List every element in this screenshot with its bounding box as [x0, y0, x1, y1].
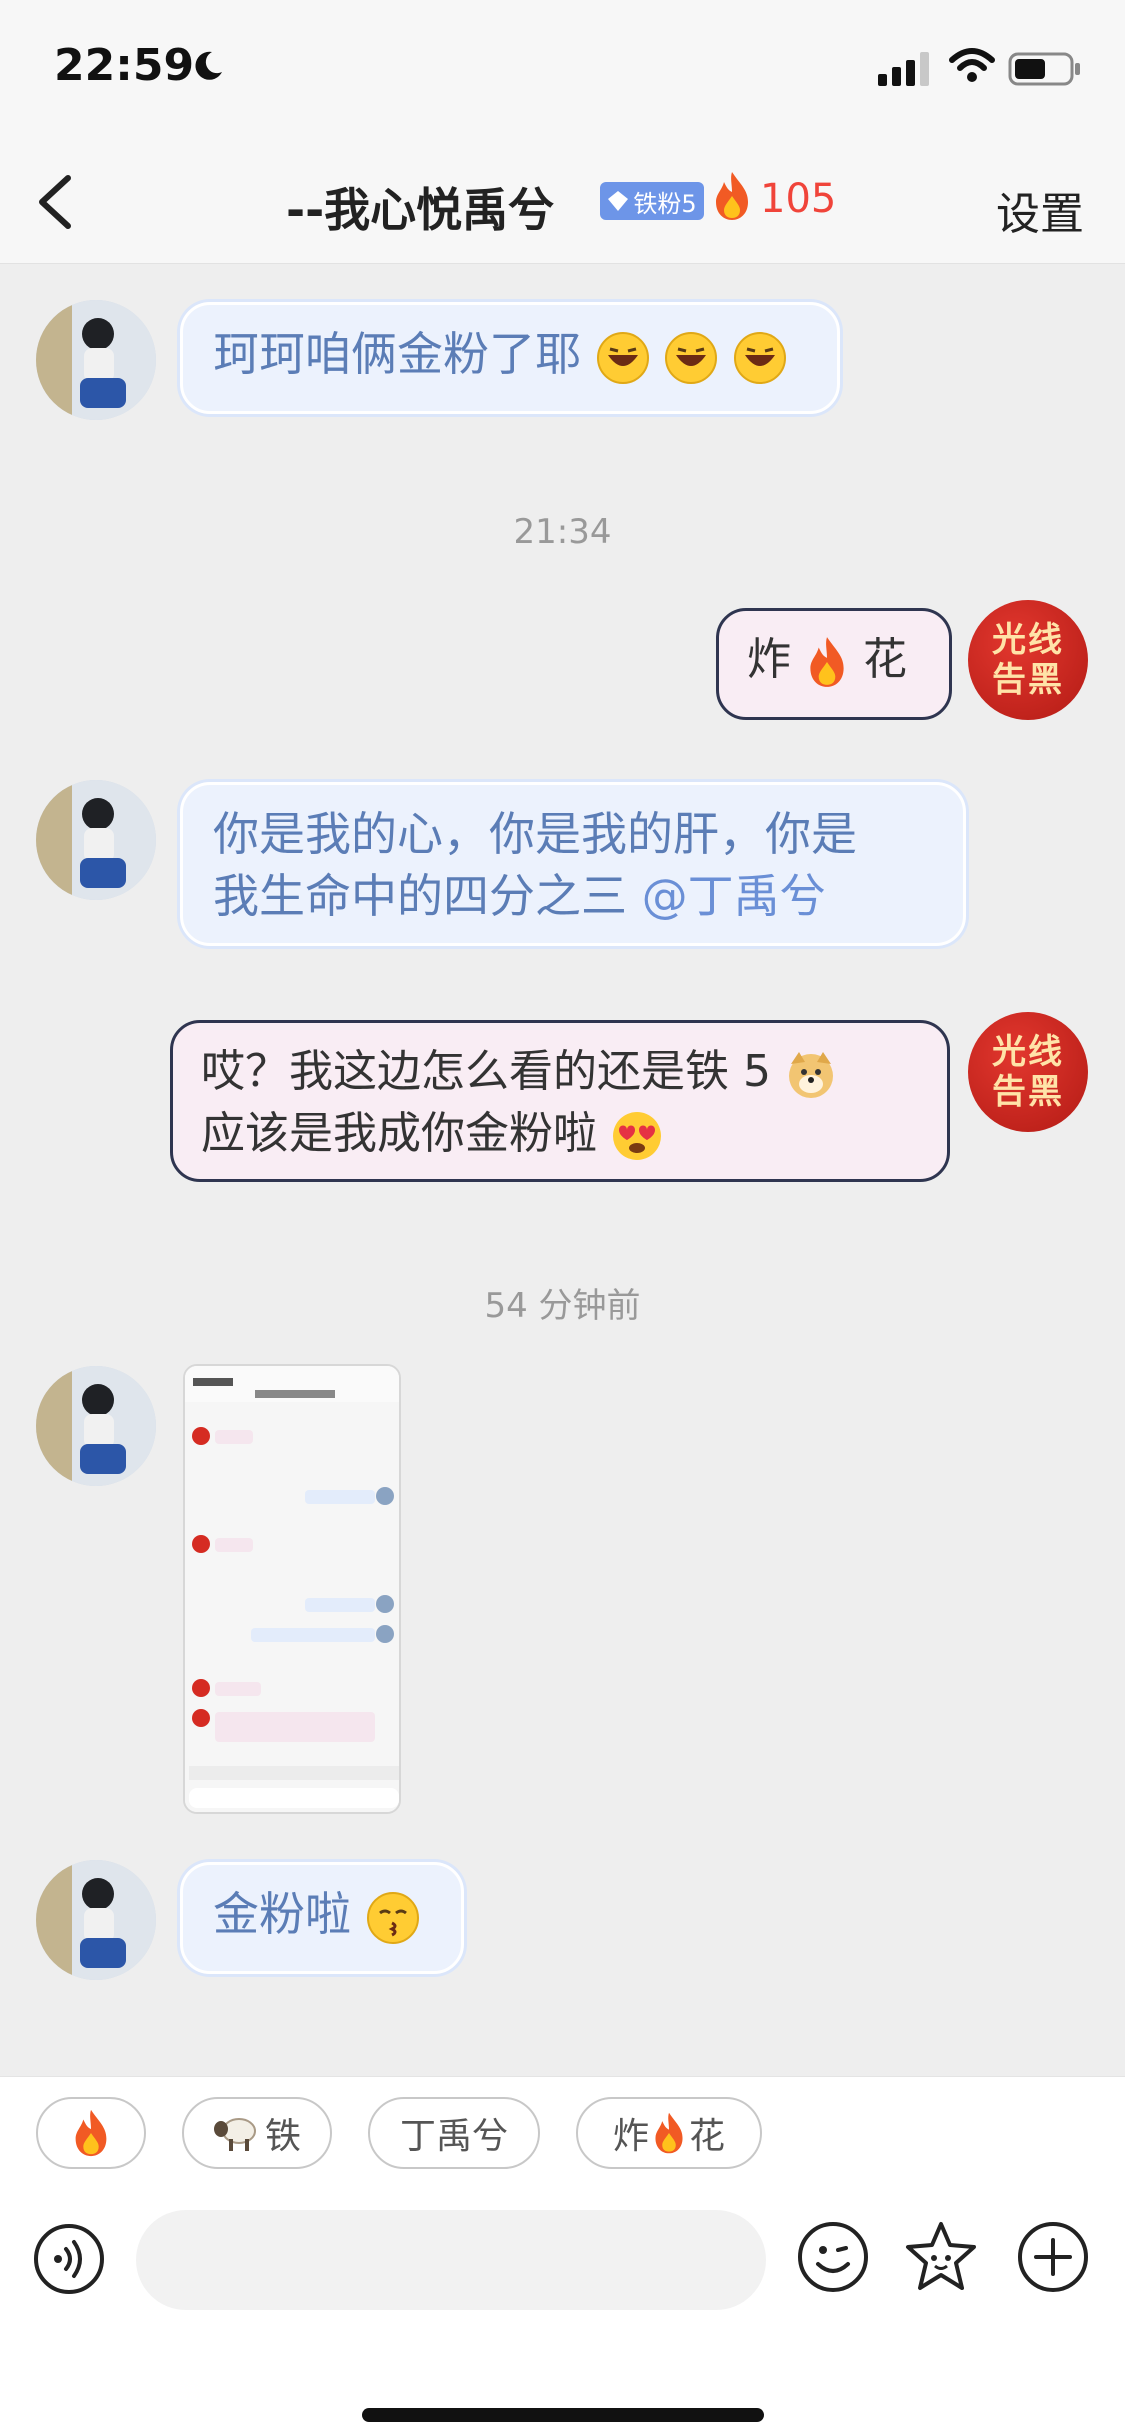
- message-bubble[interactable]: 珂珂咱俩金粉了耶: [180, 302, 840, 414]
- fire-emoji-icon: [75, 2109, 107, 2157]
- avatar-text-line: 告黑: [992, 660, 1064, 700]
- message-bubble[interactable]: 哎？我这边怎么看的还是铁 5 应该是我成你金粉啦: [170, 1020, 950, 1182]
- sticker-icon[interactable]: [902, 2218, 980, 2296]
- message-text: 金粉啦: [213, 1887, 351, 1941]
- message-bubble[interactable]: 金粉啦: [180, 1862, 464, 1974]
- plus-icon[interactable]: [1016, 2220, 1090, 2294]
- signal-icon: [878, 52, 929, 86]
- message-input[interactable]: [136, 2210, 766, 2310]
- wifi-icon: [949, 48, 995, 82]
- home-indicator: [362, 2408, 764, 2422]
- timestamp: 21:34: [513, 512, 612, 552]
- avatar[interactable]: [36, 1860, 156, 1980]
- my-avatar[interactable]: 光线 告黑: [968, 600, 1088, 720]
- status-bar: 22:59: [0, 0, 1125, 140]
- diamond-icon: [608, 191, 629, 211]
- heart-eyes-emoji-icon: [613, 1112, 661, 1160]
- timestamp: 54 分钟前: [484, 1286, 641, 1326]
- message-text: 珂珂咱俩金粉了耶: [213, 327, 581, 381]
- message-bubble[interactable]: 炸 花: [716, 608, 952, 720]
- message-text: 我生命中的四分之三: [213, 869, 642, 923]
- chat-title: --我心悦禹兮: [286, 183, 555, 237]
- avatar-text-line: 光线: [992, 620, 1064, 660]
- avatar-text-line: 告黑: [992, 1072, 1064, 1112]
- fan-level-badge: 铁粉5: [600, 182, 704, 220]
- emoji-icon[interactable]: [796, 2220, 870, 2294]
- user-photo-icon: [36, 300, 156, 420]
- avatar[interactable]: [36, 300, 156, 420]
- battery-icon: [1008, 52, 1080, 86]
- quick-reply-chip[interactable]: [36, 2097, 146, 2169]
- image-message[interactable]: [183, 1364, 401, 1814]
- quick-reply-chip[interactable]: 铁: [182, 2097, 332, 2169]
- kissing-emoji-icon: [366, 1891, 419, 1944]
- doge-emoji-icon: [788, 1052, 833, 1098]
- fire-icon: [716, 172, 748, 220]
- streak-count: 105: [760, 176, 837, 222]
- chat-header: --我心悦禹兮 铁粉5 105 设置: [0, 140, 1125, 264]
- fire-emoji-icon: [655, 2112, 683, 2154]
- quick-reply-label: 铁: [264, 2116, 301, 2157]
- settings-button[interactable]: 设置: [996, 178, 1084, 242]
- quick-reply-label: 花: [689, 2116, 726, 2157]
- quick-reply-label: 丁禹兮: [399, 2116, 508, 2157]
- avatar[interactable]: [36, 780, 156, 900]
- message-bubble[interactable]: 你是我的心，你是我的肝，你是 我生命中的四分之三 @丁禹兮: [180, 782, 966, 946]
- message-text: 你是我的心，你是我的肝，你是: [213, 807, 857, 861]
- chevron-left-icon[interactable]: [30, 170, 80, 234]
- status-time: 22:59: [54, 40, 195, 91]
- input-bar: [0, 2192, 1125, 2436]
- message-text: 哎？我这边怎么看的还是铁 5: [201, 1046, 771, 1097]
- laughing-emoji-icon: [665, 331, 718, 384]
- fan-badge-label: 铁粉5: [633, 189, 697, 218]
- quick-reply-chip[interactable]: 丁禹兮: [368, 2097, 540, 2169]
- chat-screenshot-thumbnail-icon: [185, 1366, 399, 1812]
- user-photo-icon: [36, 1366, 156, 1486]
- message-text-line: 应该是我成你金粉啦: [201, 1103, 919, 1165]
- user-photo-icon: [36, 780, 156, 900]
- user-photo-icon: [36, 1860, 156, 1980]
- quick-reply-bar: 铁 丁禹兮 炸 花: [0, 2076, 1125, 2192]
- avatar[interactable]: [36, 1366, 156, 1486]
- quick-reply-label: 炸: [612, 2116, 649, 2157]
- message-text-line: 我生命中的四分之三 @丁禹兮: [213, 865, 933, 927]
- message-text-line: 哎？我这边怎么看的还是铁 5: [201, 1041, 919, 1103]
- laughing-emoji-icon: [596, 331, 649, 384]
- mention-link[interactable]: @丁禹兮: [642, 869, 826, 923]
- message-text: 炸: [747, 634, 791, 685]
- message-text: 应该是我成你金粉啦: [201, 1108, 597, 1159]
- fire-emoji-icon: [810, 637, 844, 687]
- my-avatar[interactable]: 光线 告黑: [968, 1012, 1088, 1132]
- message-text: 花: [863, 634, 907, 685]
- voice-icon[interactable]: [32, 2222, 106, 2296]
- quick-reply-chip[interactable]: 炸 花: [576, 2097, 762, 2169]
- avatar-text-line: 光线: [992, 1032, 1064, 1072]
- sheep-emoji-icon: [213, 2118, 256, 2151]
- moon-icon: [195, 51, 222, 80]
- laughing-emoji-icon: [733, 331, 786, 384]
